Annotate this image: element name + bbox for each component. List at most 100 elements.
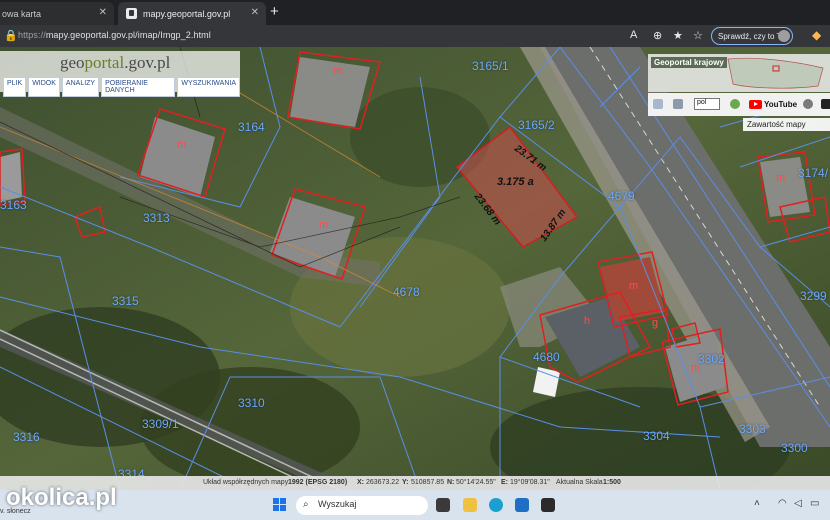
parcel-number-label: 3300: [781, 441, 808, 455]
battery-icon[interactable]: ▭: [810, 498, 819, 509]
parcel-number-label: 3313: [143, 211, 170, 225]
parcel-number-label: 3164: [238, 120, 265, 134]
taskbar-search[interactable]: ⌕ Wyszukaj: [296, 496, 428, 515]
close-icon[interactable]: ✕: [251, 7, 259, 18]
favorite-star-icon[interactable]: ★: [673, 29, 683, 42]
tab-strip: owa karta ✕ mapy.geoportal.gov.pl ✕ +: [0, 0, 830, 25]
tab-label: mapy.geoportal.gov.pl: [143, 8, 231, 19]
e-value: 19°09'08.31": [510, 479, 550, 486]
language-select[interactable]: pol: [694, 98, 720, 110]
file-explorer-icon[interactable]: [463, 498, 477, 512]
edge-icon[interactable]: [489, 498, 503, 512]
n-value: 50°14'24.55": [456, 479, 496, 486]
parcel-number-label: 3316: [13, 430, 40, 444]
building-type-label: m: [333, 65, 343, 77]
copilot-icon[interactable]: ◆: [812, 28, 821, 42]
windows-start-icon[interactable]: [273, 498, 287, 512]
overview-map-panel[interactable]: Geoportal krajowy: [648, 54, 830, 92]
avatar: [778, 30, 790, 42]
overview-map-title: Geoportal krajowy: [651, 57, 727, 68]
close-icon[interactable]: ✕: [99, 7, 107, 18]
volume-icon[interactable]: ◁: [794, 498, 802, 509]
parcel-number-label: 3304: [643, 429, 670, 443]
menu-item-plik[interactable]: PLIK: [3, 77, 27, 97]
extra-tool-icon[interactable]: [821, 99, 830, 109]
profile-check-label: Sprawdź, czy to Ty: [718, 31, 785, 41]
menu-item-pobieranie[interactable]: POBIERANIE DANYCH: [101, 77, 176, 97]
tab-geoportal[interactable]: mapy.geoportal.gov.pl ✕: [118, 2, 266, 25]
wifi-icon[interactable]: ◠: [778, 498, 787, 509]
address-bar: 🔒 https://mapy.geoportal.gov.pl/imap/Img…: [0, 25, 830, 47]
parcel-number-label: 3165/2: [518, 118, 555, 132]
print-icon[interactable]: [673, 99, 683, 109]
parcel-number-label: 3299: [800, 289, 827, 303]
parcel-number-label: 4679: [608, 189, 635, 203]
mail-icon[interactable]: [515, 498, 529, 512]
y-value: 510857.85: [411, 479, 445, 486]
url-path: mapy.geoportal.gov.pl/imap/Imgp_2.html: [45, 30, 211, 40]
parcel-number-label: 3163: [0, 198, 27, 212]
url-protocol: https://: [18, 30, 46, 40]
new-tab-plus-icon[interactable]: +: [270, 3, 279, 20]
building-type-label: m: [319, 219, 329, 231]
menu-item-analizy[interactable]: ANALIZY: [61, 77, 100, 97]
favorites-icon[interactable]: ☆: [693, 29, 703, 42]
geoportal-menu: PLIK WIDOK ANALIZY POBIERANIE DANYCH WYS…: [3, 77, 240, 97]
parcel-number-label: 3310: [238, 396, 265, 410]
x-label: X:: [357, 479, 364, 486]
tab-label: owa karta: [2, 8, 42, 19]
geoportal-header: geoportal.gov.pl PLIK WIDOK ANALIZY POBI…: [0, 51, 240, 97]
zoom-icon[interactable]: ⊕: [653, 29, 662, 42]
building-type-label: g: [652, 317, 659, 329]
building-type-label: m: [177, 139, 187, 151]
geoportal-logo[interactable]: geoportal.gov.pl: [60, 53, 170, 73]
youtube-icon: [749, 100, 762, 109]
parcel-number-label: 3174/: [798, 166, 829, 180]
parcel-number-label: 4678: [393, 285, 420, 299]
building-type-label: m: [776, 172, 786, 184]
logo-suffix: .gov.pl: [124, 53, 171, 72]
url-field[interactable]: https://mapy.geoportal.gov.pl/imap/Imgp_…: [18, 30, 211, 40]
read-aloud-icon[interactable]: A: [630, 29, 637, 41]
e-label: E:: [501, 479, 508, 486]
parcel-number-label: 3302: [698, 352, 725, 366]
search-placeholder: Wyszukaj: [318, 499, 357, 509]
building-type-label: h: [584, 315, 591, 327]
chevron-up-icon[interactable]: ˄: [754, 498, 760, 509]
accessibility-icon[interactable]: [803, 99, 813, 109]
scale-label: Aktualna Skala: [556, 479, 603, 486]
favicon-icon: [126, 8, 137, 19]
crs-label: Układ współrzędnych mapy: [203, 479, 289, 486]
lock-icon[interactable]: 🔒: [4, 29, 18, 42]
parcel-number-label: 3303: [739, 422, 766, 436]
screen: owa karta ✕ mapy.geoportal.gov.pl ✕ + 🔒 …: [0, 0, 830, 520]
n-label: N:: [447, 479, 455, 486]
menu-item-wyszukiwania[interactable]: WYSZUKIWANIA: [177, 77, 240, 97]
measure-icon[interactable]: [653, 99, 663, 109]
profile-check-button[interactable]: Sprawdź, czy to Ty: [711, 27, 793, 45]
parcel-number-label: 4680: [533, 350, 560, 364]
parcel-number-label: 3165/1: [472, 59, 509, 73]
x-value: 263673.22: [366, 479, 400, 486]
info-icon[interactable]: [730, 99, 740, 109]
parcel-number-label: 3309/1: [142, 417, 179, 431]
store-icon[interactable]: [541, 498, 555, 512]
taskbar: okolica.pl v. słonecz ⌕ Wyszukaj ˄ ◠ ◁ ▭: [0, 484, 830, 520]
coordinates-status-bar: Układ współrzędnych mapy 1992 (EPSG 2180…: [0, 476, 830, 490]
plot-area-label: 3.175 a: [497, 176, 534, 188]
logo-prefix: geo: [60, 53, 85, 72]
geoportal-toolbar: pol YouTube: [648, 93, 830, 116]
weather-widget[interactable]: v. słonecz: [0, 508, 31, 515]
parcel-number-label: 3315: [112, 294, 139, 308]
logo-main: portal: [84, 53, 125, 72]
map-content-label: Zawartość mapy: [747, 120, 806, 129]
task-view-icon[interactable]: [436, 498, 450, 512]
youtube-label: YouTube: [764, 100, 798, 109]
crs-value: 1992 (EPSG 2180): [288, 479, 348, 486]
menu-item-widok[interactable]: WIDOK: [28, 77, 60, 97]
building-type-label: m: [629, 280, 639, 292]
tab-new[interactable]: owa karta ✕: [0, 2, 114, 25]
youtube-link[interactable]: YouTube: [749, 98, 797, 111]
search-icon: ⌕: [303, 499, 309, 510]
map-content-button[interactable]: Zawartość mapy: [743, 118, 830, 131]
